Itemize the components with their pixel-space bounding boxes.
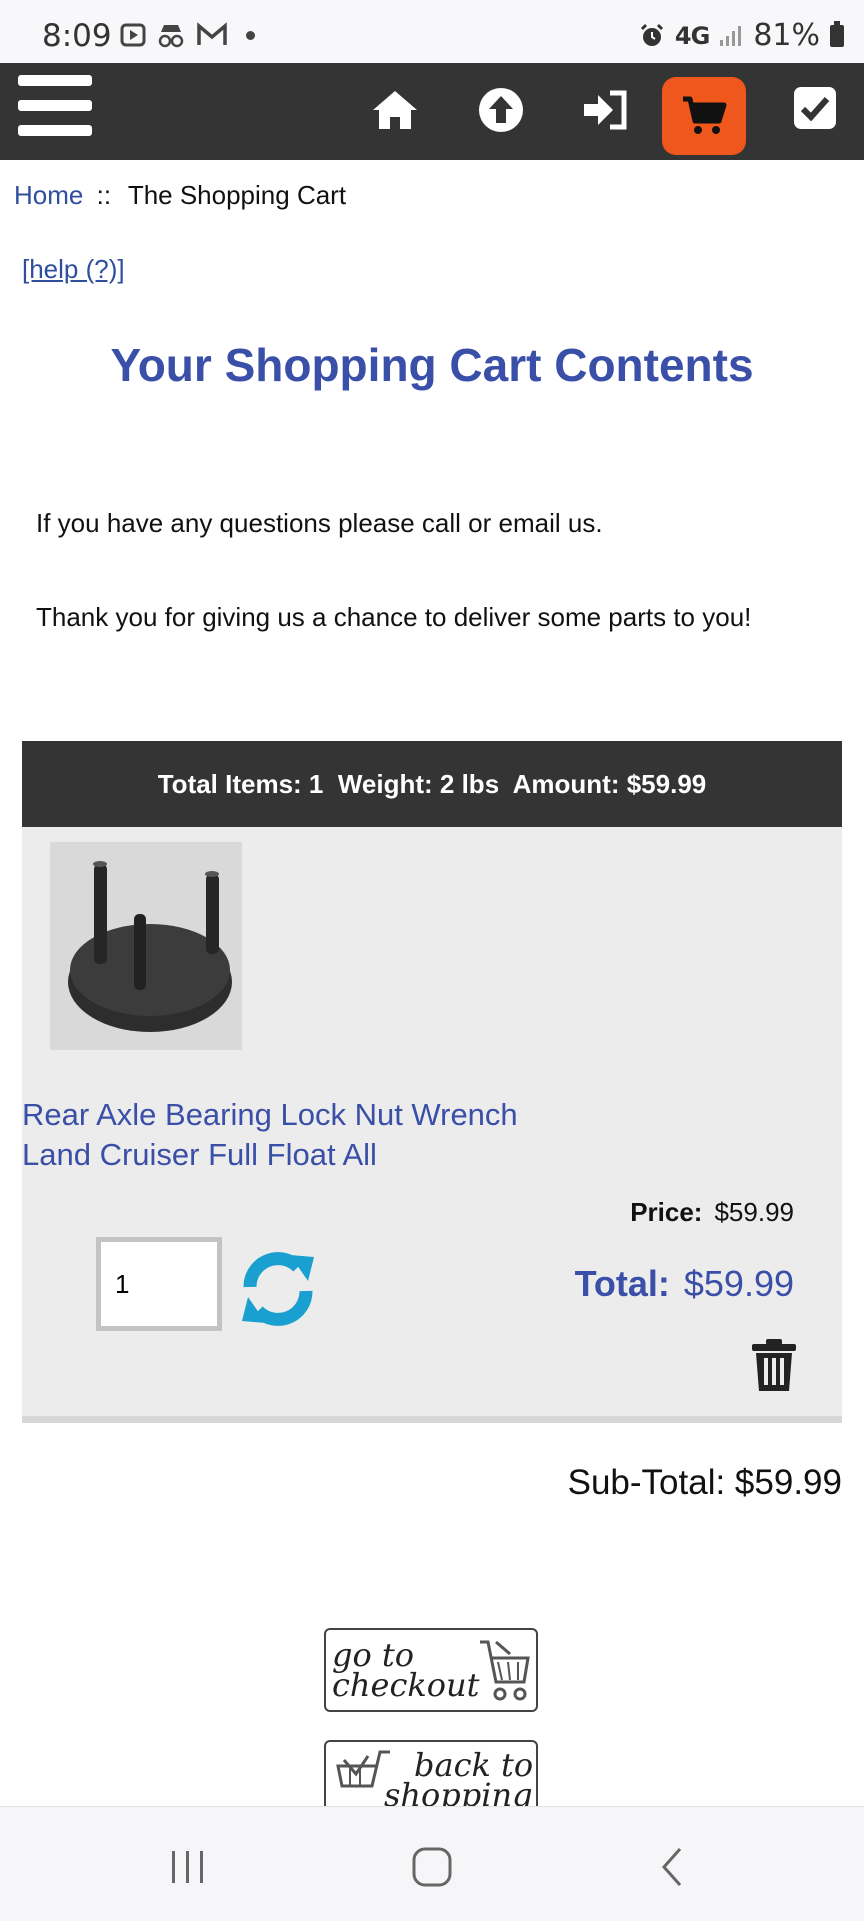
gmail-icon [197, 22, 227, 45]
notification-icons [120, 22, 255, 48]
questions-message: If you have any questions please call or… [36, 508, 603, 538]
thanks-message: Thank you for giving us a chance to deli… [36, 602, 752, 632]
price-label: Price: [630, 1197, 703, 1227]
signal-icon [720, 25, 742, 46]
status-time: 8:09 [42, 18, 112, 54]
total-label: Total: [574, 1263, 670, 1304]
network-type: 4G [674, 21, 710, 50]
dot-icon [246, 30, 255, 40]
breadcrumb-separator: :: [96, 180, 112, 210]
refresh-icon [242, 1252, 314, 1326]
help-link[interactable]: [help (?)] [22, 254, 125, 285]
breadcrumb-current: The Shopping Cart [127, 180, 347, 210]
cart-button[interactable] [662, 77, 746, 155]
cart-summary-bar: Total Items: 1 Weight: 2 lbs Amount: $59… [22, 741, 842, 827]
breadcrumb-home-link[interactable]: Home [14, 180, 83, 210]
battery-percent: 81% [753, 18, 820, 53]
sign-in-icon[interactable] [578, 83, 632, 137]
back-icon[interactable] [650, 1845, 698, 1889]
go-to-checkout-button[interactable]: go to checkout [324, 1628, 538, 1712]
top-nav-bar [0, 63, 864, 160]
home-circle-icon[interactable] [408, 1845, 456, 1889]
alarm-icon [640, 23, 663, 46]
price-value: $59.99 [714, 1197, 794, 1227]
total-line: Total: $59.99 [575, 1263, 794, 1305]
breadcrumb: Home :: The Shopping Cart [14, 180, 346, 211]
arrow-up-icon[interactable] [474, 83, 528, 137]
status-right: 4G 81% [639, 18, 844, 53]
product-name-link[interactable]: Rear Axle Bearing Lock Nut Wrench Land C… [22, 1095, 518, 1175]
status-bar: 8:09 4G 81% [0, 0, 864, 63]
cart-item: Rear Axle Bearing Lock Nut Wrench Land C… [22, 827, 842, 1423]
system-nav-bar [0, 1806, 864, 1921]
home-icon[interactable] [368, 83, 422, 137]
price-line: Price: $59.99 [630, 1197, 794, 1228]
trash-icon [752, 1339, 796, 1391]
subtotal: Sub-Total: $59.99 [567, 1463, 842, 1502]
product-name-line1: Rear Axle Bearing Lock Nut Wrench [22, 1097, 518, 1132]
cart-summary: Total Items: 1 Weight: 2 lbs Amount: $59… [157, 768, 707, 799]
cart-sketch-icon [480, 1640, 530, 1701]
remove-item-button[interactable] [748, 1337, 800, 1393]
checkmark-icon[interactable] [788, 81, 842, 135]
update-quantity-button[interactable] [236, 1247, 320, 1331]
recent-apps-icon[interactable] [164, 1845, 212, 1889]
product-image[interactable] [50, 842, 242, 1050]
quantity-field[interactable] [96, 1237, 222, 1331]
youtube-icon [120, 23, 146, 47]
quantity-input[interactable] [101, 1242, 217, 1326]
cart-icon [683, 96, 727, 134]
battery-icon [830, 20, 844, 47]
total-value: $59.99 [683, 1263, 794, 1304]
checkout-label-line2: checkout [332, 1666, 480, 1704]
product-name-line2: Land Cruiser Full Float All [22, 1137, 377, 1172]
page-title: Your Shopping Cart Contents [110, 339, 754, 391]
menu-icon[interactable] [18, 75, 92, 143]
incognito-icon [158, 25, 184, 48]
